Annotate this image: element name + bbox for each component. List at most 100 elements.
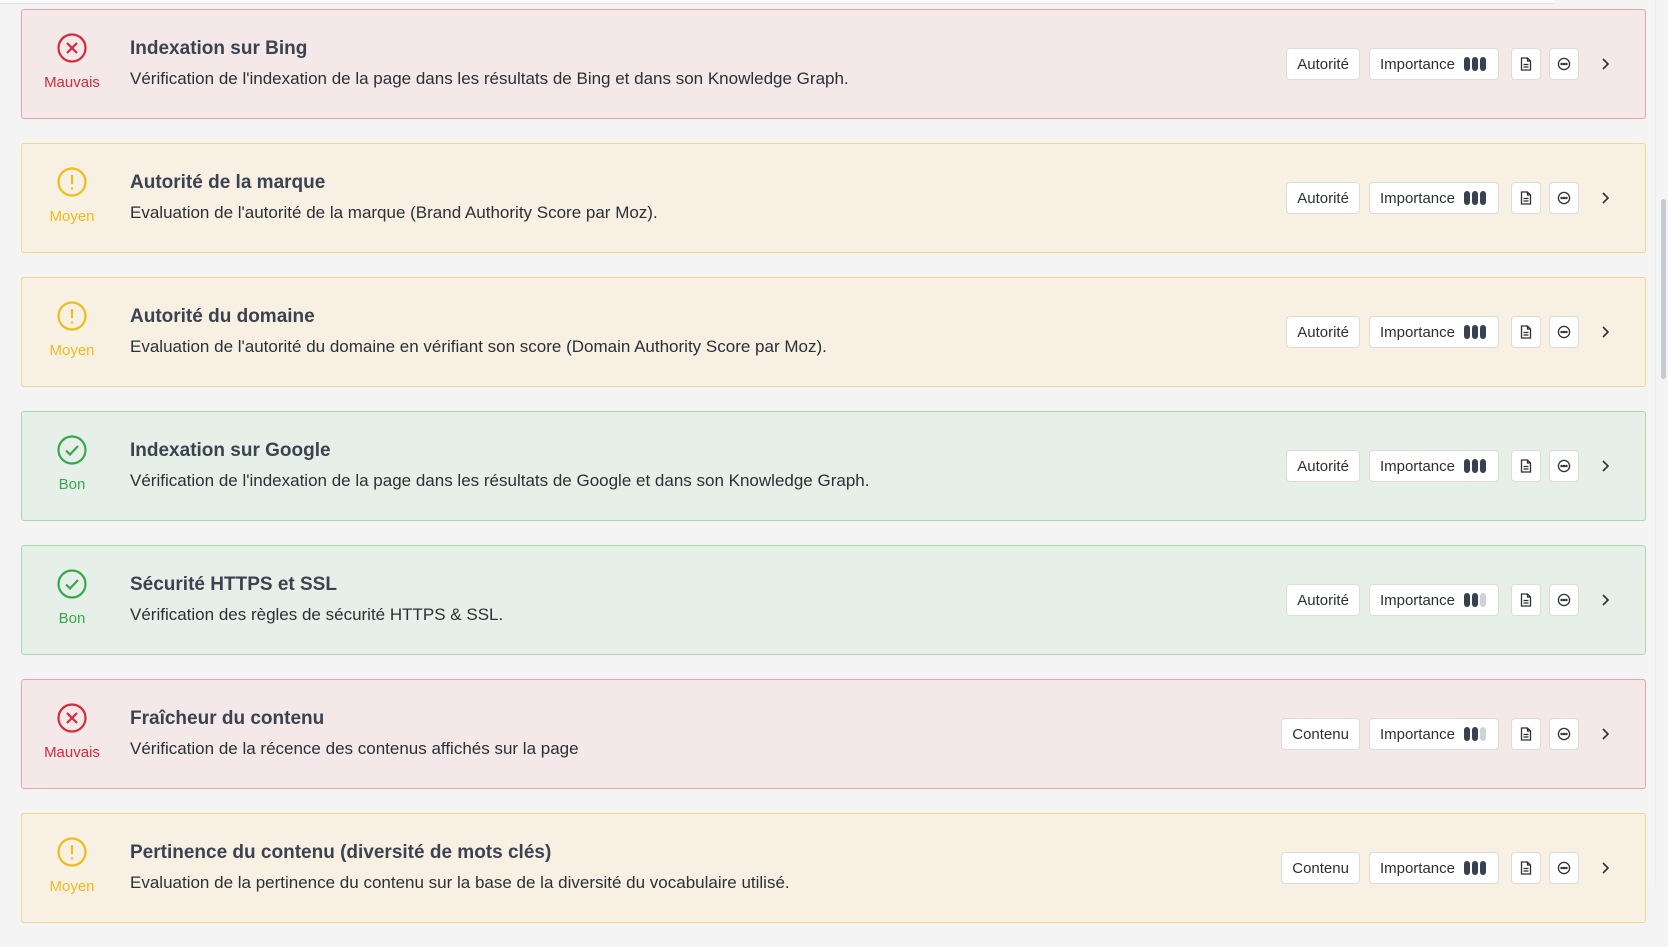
- category-tag: Contenu: [1281, 852, 1360, 884]
- importance-bars: [1464, 57, 1488, 71]
- importance-bar: [1464, 459, 1470, 473]
- expand-button[interactable]: [1595, 590, 1615, 610]
- document-button[interactable]: [1511, 316, 1541, 348]
- audit-list: Mauvais Indexation sur Bing Vérification…: [21, 9, 1646, 947]
- audit-title: Indexation sur Google: [130, 440, 331, 461]
- audit-card[interactable]: Mauvais Indexation sur Bing Vérification…: [21, 9, 1646, 119]
- error-x-icon: [56, 702, 88, 734]
- chevron-right-icon: [1602, 862, 1610, 874]
- audit-card[interactable]: Bon Indexation sur Google Vérification d…: [21, 411, 1646, 521]
- importance-bar: [1472, 459, 1478, 473]
- status-label: Moyen: [49, 342, 95, 359]
- importance-bar: [1480, 861, 1486, 875]
- status-label: Bon: [58, 476, 86, 493]
- expand-button[interactable]: [1595, 54, 1615, 74]
- audit-actions: Autorité Importance: [1286, 182, 1615, 214]
- importance-bar: [1480, 593, 1486, 607]
- status-indicator: Moyen: [37, 166, 107, 225]
- document-button[interactable]: [1511, 584, 1541, 616]
- status-indicator: Mauvais: [37, 32, 107, 91]
- expand-button[interactable]: [1595, 322, 1615, 342]
- audit-actions: Contenu Importance: [1281, 852, 1615, 884]
- expand-button[interactable]: [1595, 724, 1615, 744]
- audit-description: Vérification des règles de sécurité HTTP…: [130, 605, 504, 624]
- comment-icon: [1557, 325, 1571, 339]
- comment-icon: [1557, 593, 1571, 607]
- audit-actions: Autorité Importance: [1286, 316, 1615, 348]
- importance-tag: Importance: [1368, 48, 1499, 80]
- audit-card[interactable]: Moyen Autorité du domaine Evaluation de …: [21, 277, 1646, 387]
- importance-bar: [1480, 727, 1486, 741]
- importance-tag: Importance: [1368, 718, 1499, 750]
- chevron-right-icon: [1602, 192, 1610, 204]
- category-tag: Autorité: [1286, 48, 1360, 80]
- comment-button[interactable]: [1549, 718, 1579, 750]
- audit-description: Evaluation de l'autorité du domaine en v…: [130, 337, 827, 356]
- warning-exclamation-icon: [56, 836, 88, 868]
- audit-text: Indexation sur Google Vérification de l'…: [130, 440, 869, 491]
- scrollbar-thumb[interactable]: [1661, 199, 1666, 379]
- audit-card[interactable]: Moyen Autorité de la marque Evaluation d…: [21, 143, 1646, 253]
- audit-title: Fraîcheur du contenu: [130, 708, 325, 729]
- chevron-right-icon: [1602, 326, 1610, 338]
- status-indicator: Bon: [37, 568, 107, 627]
- comment-button[interactable]: [1549, 182, 1579, 214]
- importance-bar: [1480, 57, 1486, 71]
- document-button[interactable]: [1511, 852, 1541, 884]
- audit-actions: Autorité Importance: [1286, 584, 1615, 616]
- importance-bars: [1464, 727, 1488, 741]
- importance-bars: [1464, 325, 1488, 339]
- category-tag: Autorité: [1286, 316, 1360, 348]
- importance-bar: [1464, 191, 1470, 205]
- importance-bar: [1480, 325, 1486, 339]
- document-icon: [1520, 325, 1532, 339]
- comment-button[interactable]: [1549, 450, 1579, 482]
- audit-text: Sécurité HTTPS et SSL Vérification des r…: [130, 574, 503, 625]
- importance-bar: [1472, 325, 1478, 339]
- comment-button[interactable]: [1549, 48, 1579, 80]
- importance-bar: [1472, 861, 1478, 875]
- scrollbar[interactable]: [1655, 0, 1668, 887]
- warning-exclamation-icon: [56, 300, 88, 332]
- chevron-right-icon: [1602, 460, 1610, 472]
- document-button[interactable]: [1511, 182, 1541, 214]
- document-button[interactable]: [1511, 718, 1541, 750]
- audit-description: Evaluation de l'autorité de la marque (B…: [130, 203, 658, 222]
- comment-icon: [1557, 459, 1571, 473]
- importance-bar: [1472, 191, 1478, 205]
- status-indicator: Mauvais: [37, 702, 107, 761]
- expand-button[interactable]: [1595, 456, 1615, 476]
- audit-title: Pertinence du contenu (diversité de mots…: [130, 842, 552, 863]
- status-indicator: Moyen: [37, 836, 107, 895]
- importance-label: Importance: [1379, 725, 1455, 743]
- audit-card[interactable]: Bon Sécurité HTTPS et SSL Vérification d…: [21, 545, 1646, 655]
- document-button[interactable]: [1511, 450, 1541, 482]
- audit-card[interactable]: Mauvais Fraîcheur du contenu Vérificatio…: [21, 679, 1646, 789]
- importance-bar: [1472, 727, 1478, 741]
- importance-label: Importance: [1379, 189, 1455, 207]
- chevron-right-icon: [1602, 728, 1610, 740]
- audit-title: Autorité du domaine: [130, 306, 315, 327]
- audit-card[interactable]: Moyen Pertinence du contenu (diversité d…: [21, 813, 1646, 923]
- comment-button[interactable]: [1549, 852, 1579, 884]
- comment-button[interactable]: [1549, 584, 1579, 616]
- importance-tag: Importance: [1368, 852, 1499, 884]
- importance-bar: [1480, 459, 1486, 473]
- expand-button[interactable]: [1595, 858, 1615, 878]
- category-tag: Autorité: [1286, 182, 1360, 214]
- category-tag: Contenu: [1281, 718, 1360, 750]
- chevron-right-icon: [1602, 58, 1610, 70]
- audit-actions: Autorité Importance: [1286, 48, 1615, 80]
- audit-text: Pertinence du contenu (diversité de mots…: [130, 842, 790, 893]
- audit-description: Vérification de l'indexation de la page …: [130, 69, 849, 88]
- importance-bar: [1464, 57, 1470, 71]
- comment-icon: [1557, 861, 1571, 875]
- audit-text: Autorité de la marque Evaluation de l'au…: [130, 172, 658, 223]
- comment-button[interactable]: [1549, 316, 1579, 348]
- document-icon: [1520, 191, 1532, 205]
- importance-bar: [1480, 191, 1486, 205]
- audit-description: Vérification de la récence des contenus …: [130, 739, 579, 758]
- importance-bar: [1464, 325, 1470, 339]
- expand-button[interactable]: [1595, 188, 1615, 208]
- document-button[interactable]: [1511, 48, 1541, 80]
